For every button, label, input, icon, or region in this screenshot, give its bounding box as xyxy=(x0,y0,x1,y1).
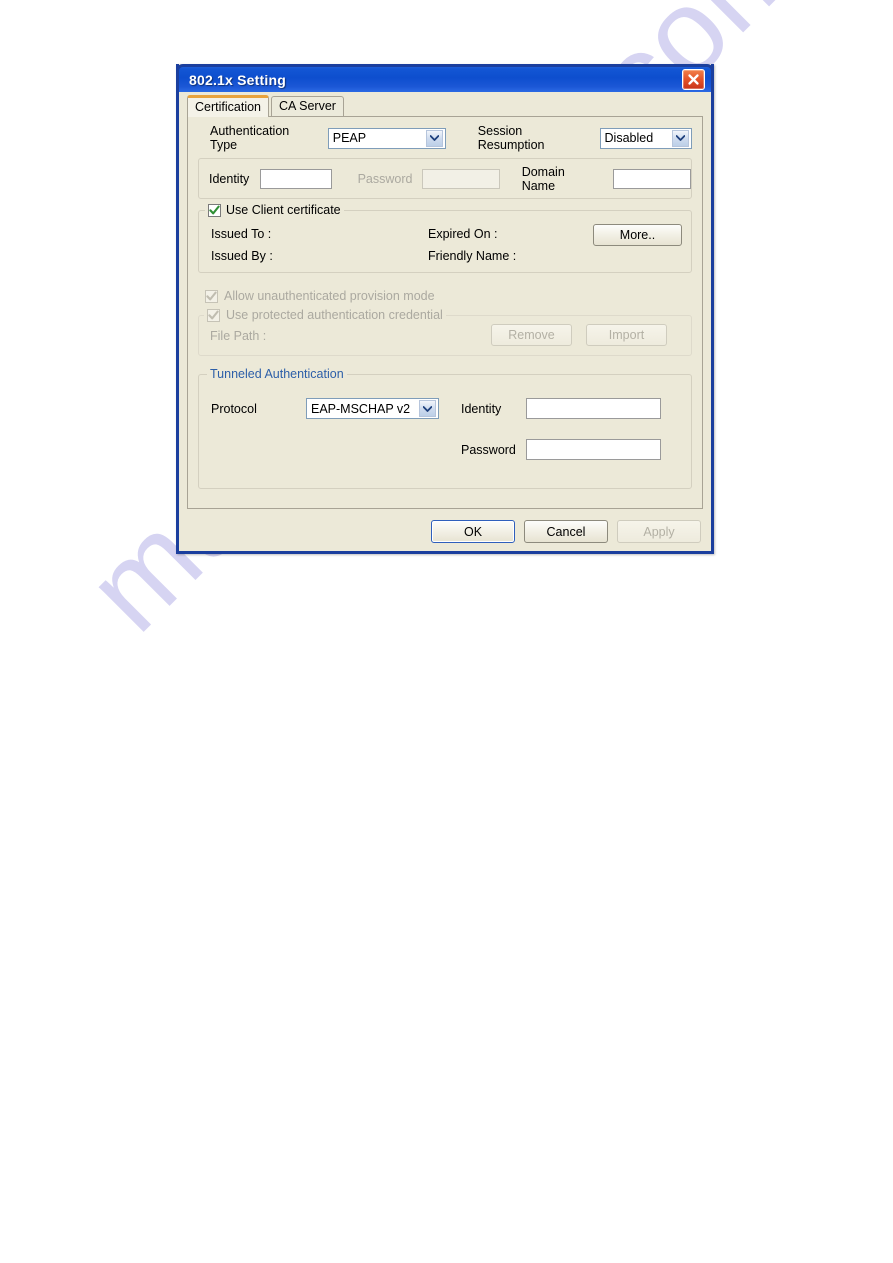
ok-button[interactable]: OK xyxy=(431,520,515,543)
protocol-label: Protocol xyxy=(211,401,257,416)
close-icon[interactable] xyxy=(682,69,705,90)
issued-by-label: Issued By : xyxy=(211,249,273,263)
tab-page-certification: Authentication Type PEAP Session Resumpt… xyxy=(187,116,703,509)
import-button-label: Import xyxy=(608,328,645,342)
remove-button[interactable]: Remove xyxy=(491,324,572,346)
protected-credential-group: Use protected authentication credential … xyxy=(198,308,692,356)
tab-ca-server-label: CA Server xyxy=(279,99,336,113)
more-button[interactable]: More.. xyxy=(593,224,682,246)
protocol-select[interactable]: EAP-MSCHAP v2 xyxy=(306,398,439,419)
dialog-title: 802.1x Setting xyxy=(189,71,286,88)
checkbox-icon[interactable] xyxy=(208,203,221,217)
tunneled-password-label: Password xyxy=(461,442,516,457)
dialog-802-1x-setting: 802.1x Setting Certification CA Server A… xyxy=(176,64,714,554)
session-resumption-label: Session Resumption xyxy=(477,124,545,152)
checkbox-icon[interactable] xyxy=(207,308,220,322)
tunneled-authentication-group: Tunneled Authentication Protocol EAP-MSC… xyxy=(198,367,692,489)
expired-on-label: Expired On : xyxy=(428,227,498,241)
friendly-name-label: Friendly Name : xyxy=(428,249,517,263)
import-button[interactable]: Import xyxy=(586,324,667,346)
password-label: Password xyxy=(357,171,413,186)
allow-unauthenticated-provision-checkbox[interactable]: Allow unauthenticated provision mode xyxy=(205,289,692,303)
tabstrip: Certification CA Server xyxy=(187,95,711,117)
credentials-panel: Identity Password Domain Name xyxy=(198,158,692,199)
checkbox-icon[interactable] xyxy=(205,289,218,303)
allow-unauthenticated-provision-label: Allow unauthenticated provision mode xyxy=(224,289,435,303)
ok-button-label: OK xyxy=(463,524,483,539)
chevron-down-icon[interactable] xyxy=(419,400,436,417)
tunneled-identity-row: Identity xyxy=(461,398,661,419)
authentication-type-value: PEAP xyxy=(332,131,367,145)
apply-button[interactable]: Apply xyxy=(617,520,701,543)
issued-to-label: Issued To : xyxy=(211,227,272,241)
cancel-button[interactable]: Cancel xyxy=(524,520,608,543)
tunneled-identity-label: Identity xyxy=(461,401,502,416)
identity-label: Identity xyxy=(209,171,250,186)
domain-name-input[interactable] xyxy=(612,168,691,189)
identity-input[interactable] xyxy=(260,168,332,189)
tab-ca-server[interactable]: CA Server xyxy=(271,96,344,116)
use-client-certificate-label: Use Client certificate xyxy=(226,203,341,217)
authentication-type-select[interactable]: PEAP xyxy=(327,127,446,149)
chevron-down-icon[interactable] xyxy=(672,129,689,147)
session-resumption-select[interactable]: Disabled xyxy=(599,127,692,149)
client-certificate-group: Use Client certificate Issued To : Issue… xyxy=(198,203,692,273)
authentication-row: Authentication Type PEAP Session Resumpt… xyxy=(210,124,692,152)
protocol-value: EAP-MSCHAP v2 xyxy=(311,401,411,416)
remove-button-label: Remove xyxy=(508,328,555,342)
tab-certification[interactable]: Certification xyxy=(187,95,269,117)
tunneled-password-row: Password xyxy=(461,439,661,460)
cancel-button-label: Cancel xyxy=(546,524,586,539)
apply-button-label: Apply xyxy=(643,524,675,539)
tab-certification-label: Certification xyxy=(195,100,261,114)
dialog-footer: OK Cancel Apply xyxy=(179,520,711,543)
domain-name-label: Domain Name xyxy=(521,164,565,193)
session-resumption-value: Disabled xyxy=(604,131,654,145)
dialog-titlebar: 802.1x Setting xyxy=(176,64,714,92)
protocol-row: Protocol EAP-MSCHAP v2 xyxy=(211,398,439,419)
chevron-down-icon[interactable] xyxy=(425,129,443,147)
tunneled-authentication-legend: Tunneled Authentication xyxy=(207,367,347,381)
use-client-certificate-checkbox[interactable]: Use Client certificate xyxy=(205,203,344,217)
more-button-label: More.. xyxy=(619,228,656,242)
tunneled-password-input[interactable] xyxy=(526,439,661,460)
file-path-label: File Path : xyxy=(210,329,267,343)
use-protected-authentication-credential-label: Use protected authentication credential xyxy=(226,308,443,322)
authentication-type-label: Authentication Type xyxy=(210,124,290,152)
use-protected-authentication-credential-checkbox[interactable]: Use protected authentication credential xyxy=(204,308,446,322)
password-input[interactable] xyxy=(422,168,500,189)
tunneled-identity-input[interactable] xyxy=(526,398,661,419)
